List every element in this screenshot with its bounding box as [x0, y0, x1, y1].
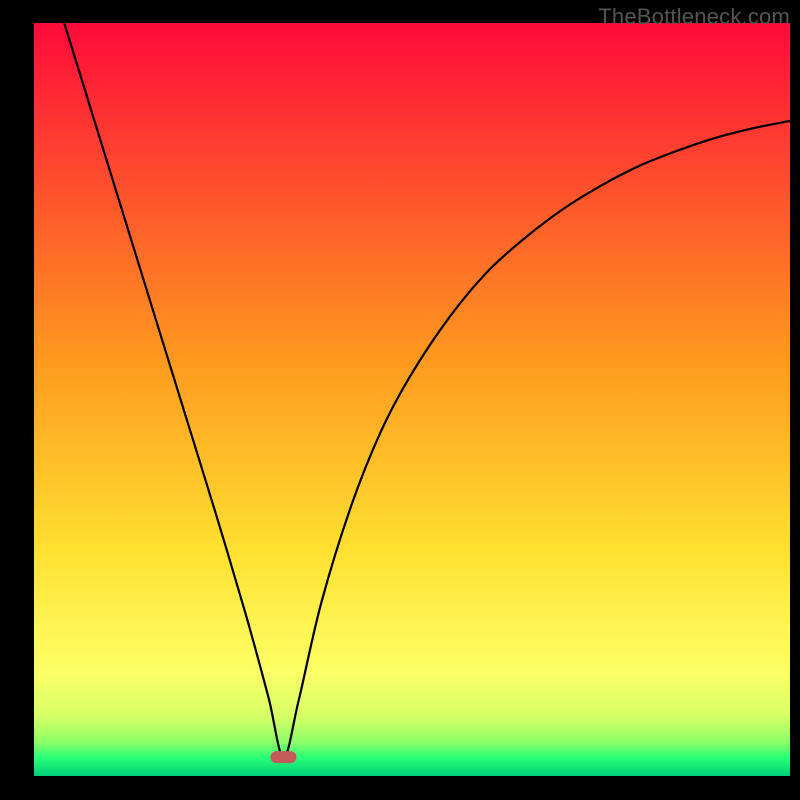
- minimum-marker: [270, 751, 296, 763]
- chart-frame: { "watermark": "TheBottleneck.com", "cha…: [0, 0, 800, 800]
- plot-background: [34, 23, 790, 776]
- bottleneck-chart: [0, 0, 800, 800]
- watermark: TheBottleneck.com: [598, 4, 790, 30]
